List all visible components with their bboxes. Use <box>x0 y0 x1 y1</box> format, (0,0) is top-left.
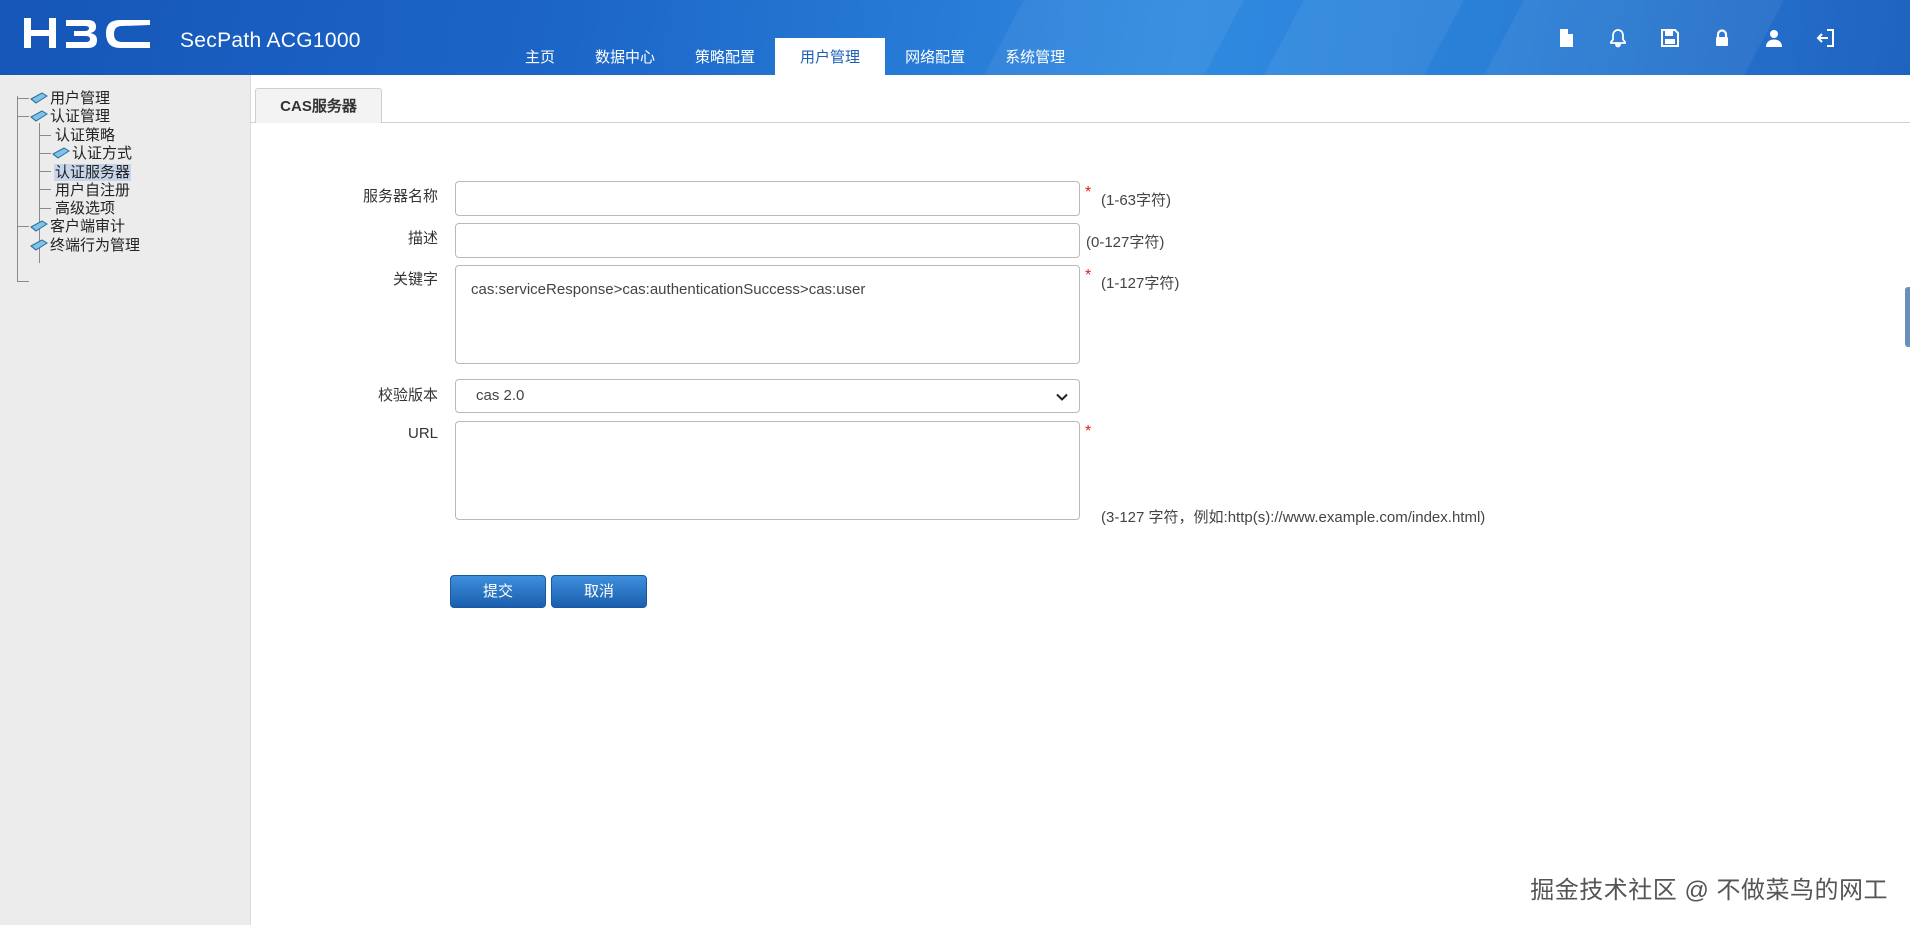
tree-item-auth-management[interactable]: 认证管理 <box>30 107 110 127</box>
tree-item-advanced[interactable]: 高级选项 <box>55 199 115 219</box>
document-icon[interactable] <box>1540 26 1592 50</box>
description-hint: (0-127字符) <box>1086 234 1165 251</box>
tree-item-user-management[interactable]: 用户管理 <box>30 89 110 109</box>
tab-bar: CAS服务器 <box>250 75 1910 123</box>
version-label: 校验版本 <box>377 387 438 404</box>
url-hint: (3-127 字符，例如:http(s)://www.example.com/i… <box>1101 509 1486 526</box>
version-selected-value: cas 2.0 <box>476 387 525 404</box>
nav-data-center[interactable]: 数据中心 <box>575 38 675 75</box>
book-icon <box>30 92 48 104</box>
tree-item-label: 终端行为管理 <box>50 237 141 254</box>
server-name-input[interactable] <box>455 181 1080 216</box>
required-mark: * <box>1085 267 1092 284</box>
keyword-label: 关键字 <box>392 271 438 288</box>
keyword-textarea[interactable]: cas:serviceResponse>cas:authenticationSu… <box>455 265 1080 364</box>
book-icon <box>30 110 48 122</box>
tab-cas-server[interactable]: CAS服务器 <box>255 88 382 123</box>
tree-item-terminal-behavior[interactable]: 终端行为管理 <box>30 236 140 256</box>
tree-item-label: 高级选项 <box>55 200 116 217</box>
header-toolbar <box>1540 26 1852 50</box>
tree-item-label: 用户管理 <box>50 90 111 107</box>
tree-item-label: 认证管理 <box>50 108 111 125</box>
nav-policy-config[interactable]: 策略配置 <box>675 38 775 75</box>
nav-user-management[interactable]: 用户管理 <box>775 38 886 75</box>
product-name: SecPath ACG1000 <box>180 29 361 52</box>
description-input[interactable] <box>455 223 1080 258</box>
version-select[interactable]: cas 2.0 <box>455 379 1080 413</box>
cancel-button[interactable]: 取消 <box>551 575 647 608</box>
book-icon <box>30 220 48 232</box>
main-nav: 主页 数据中心 策略配置 用户管理 网络配置 系统管理 <box>505 38 1085 75</box>
tree-item-label: 客户端审计 <box>50 218 126 235</box>
keyword-hint: (1-127字符) <box>1101 275 1180 292</box>
book-icon <box>52 147 70 159</box>
top-header: SecPath ACG1000 主页 数据中心 策略配置 用户管理 网络配置 系… <box>0 0 1910 75</box>
tree-item-label: 认证策略 <box>55 127 116 144</box>
tree-item-client-audit[interactable]: 客户端审计 <box>30 217 125 237</box>
lock-icon[interactable] <box>1696 26 1748 50</box>
server-name-label: 服务器名称 <box>362 188 438 205</box>
tree-item-self-register[interactable]: 用户自注册 <box>55 181 130 201</box>
tree-item-auth-policy[interactable]: 认证策略 <box>55 126 115 146</box>
nav-network-config[interactable]: 网络配置 <box>885 38 985 75</box>
user-icon[interactable] <box>1748 26 1800 50</box>
server-name-hint: (1-63字符) <box>1101 192 1172 209</box>
nav-home[interactable]: 主页 <box>505 38 575 75</box>
tree-item-auth-server[interactable]: 认证服务器 <box>54 163 132 183</box>
sidebar: 用户管理 认证管理 认证策略 认证方式 认证服务器 用户自注册 高级选项 客户端… <box>0 75 251 925</box>
chevron-down-icon <box>1056 393 1068 401</box>
required-mark: * <box>1085 423 1092 440</box>
brand-logo <box>22 16 152 55</box>
save-icon[interactable] <box>1644 26 1696 50</box>
description-label: 描述 <box>407 230 438 247</box>
tree-item-auth-method[interactable]: 认证方式 <box>52 144 132 164</box>
book-icon <box>30 239 48 251</box>
side-handle[interactable] <box>1905 287 1910 347</box>
submit-button[interactable]: 提交 <box>450 575 546 608</box>
tree-item-label: 认证方式 <box>72 145 133 162</box>
bell-icon[interactable] <box>1592 26 1644 50</box>
tree-item-label: 用户自注册 <box>55 182 131 199</box>
tree-item-label: 认证服务器 <box>54 164 132 181</box>
nav-system-management[interactable]: 系统管理 <box>985 38 1085 75</box>
logout-icon[interactable] <box>1800 26 1852 50</box>
url-label: URL <box>407 425 438 442</box>
watermark: 掘金技术社区 @ 不做菜鸟的网工 <box>1530 877 1888 904</box>
url-textarea[interactable] <box>455 421 1080 520</box>
required-mark: * <box>1085 184 1092 201</box>
